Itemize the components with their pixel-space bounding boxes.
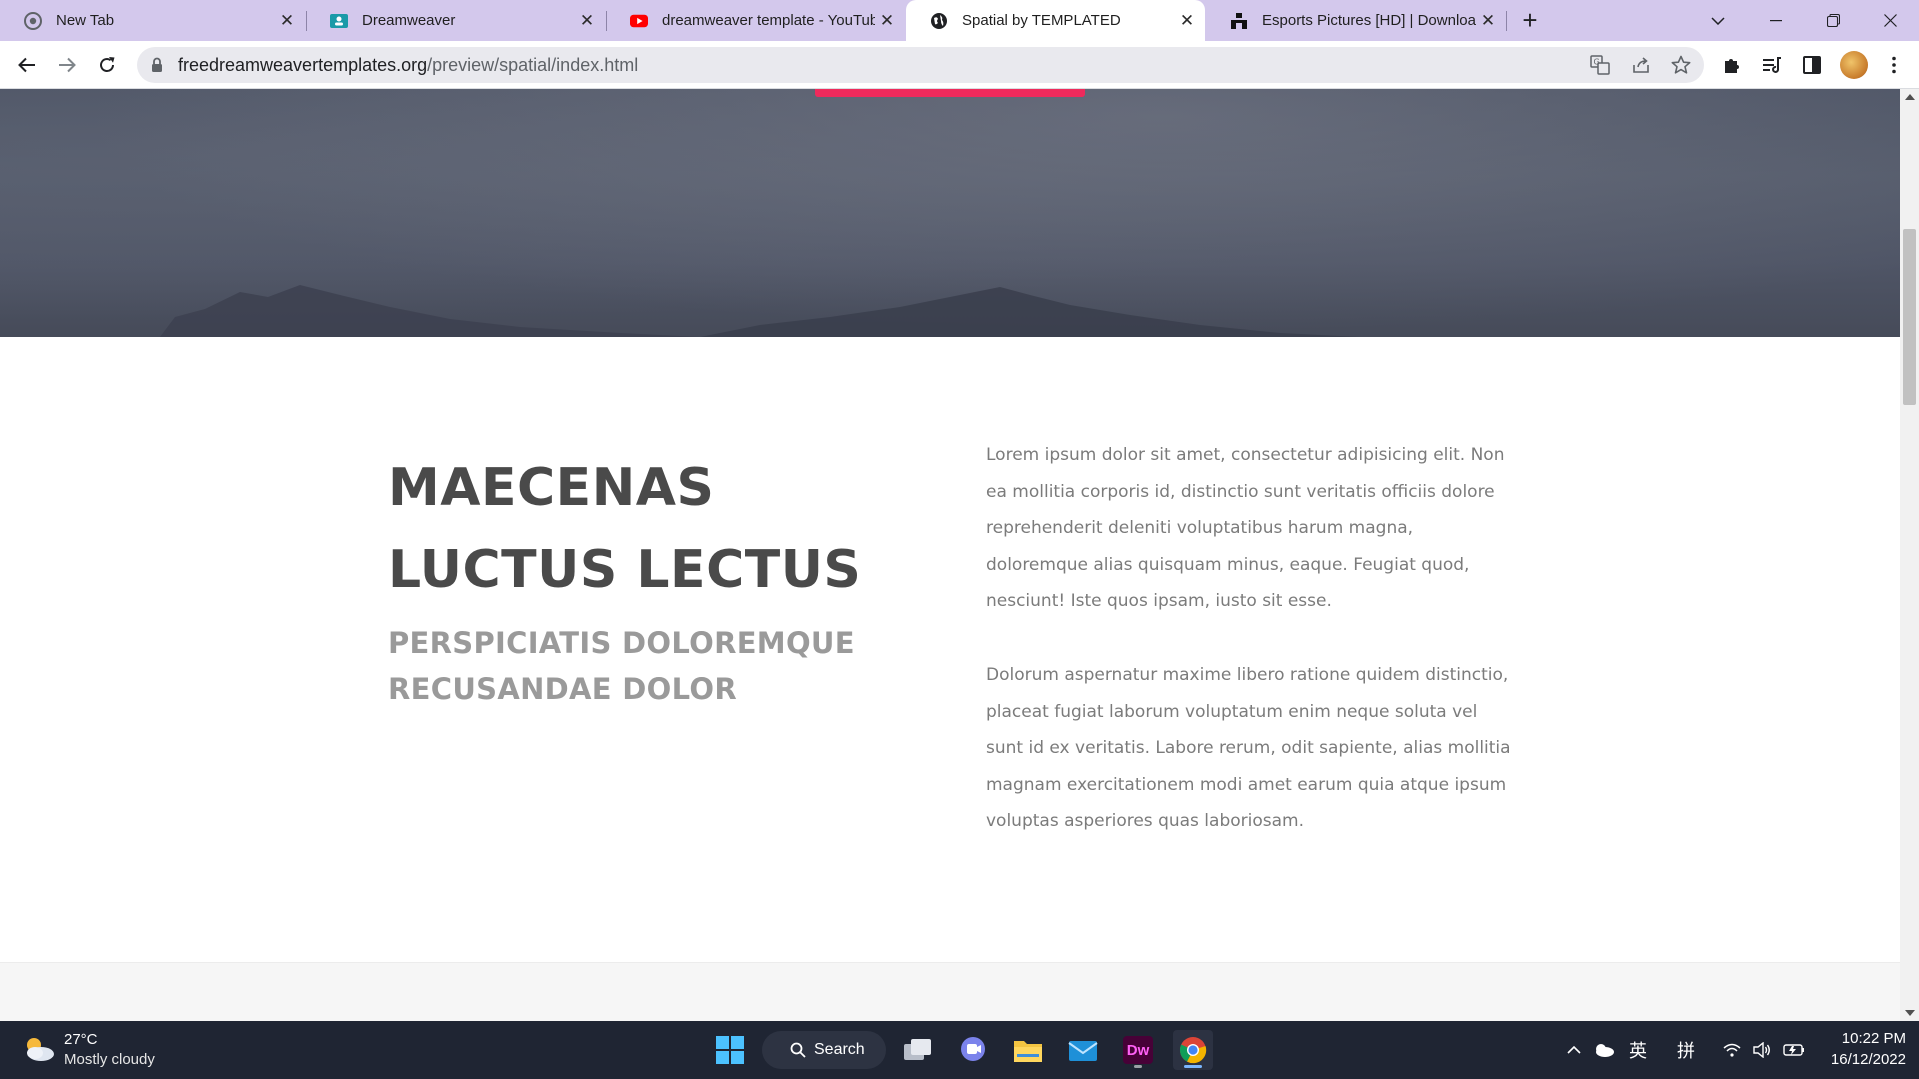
bookmark-star-icon[interactable] (1671, 55, 1691, 75)
side-panel-icon[interactable] (1800, 53, 1824, 77)
weather-temperature[interactable]: 27°C (64, 1031, 98, 1048)
chrome-app-icon[interactable] (1173, 1030, 1213, 1070)
hero-mountain-silhouette (160, 285, 1360, 337)
tab-title: Dreamweaver (362, 12, 456, 29)
close-window-icon[interactable] (1862, 0, 1918, 41)
classroom-icon (330, 12, 348, 30)
mail-icon[interactable] (1063, 1030, 1103, 1070)
teams-chat-icon[interactable] (953, 1030, 993, 1070)
ime-mode-indicator[interactable]: 拼 (1674, 1038, 1698, 1062)
clock-date[interactable]: 16/12/2022 (1816, 1051, 1906, 1068)
new-tab-button[interactable]: + (1516, 7, 1544, 35)
back-arrow-icon[interactable] (11, 49, 43, 81)
content-section: MAECENAS LUCTUS LECTUS PERSPICIATIS DOLO… (0, 337, 1900, 962)
url-host: freedreamweavertemplates.org (178, 55, 428, 75)
restore-icon[interactable] (1805, 0, 1861, 41)
windows-taskbar: 27°C Mostly cloudy Search Dw 英 拼 10:22 P… (0, 1021, 1919, 1079)
browser-toolbar: freedreamweavertemplates.org/preview/spa… (0, 41, 1919, 89)
svg-text:G: G (1594, 58, 1600, 67)
search-icon (790, 1042, 806, 1058)
onedrive-cloud-icon[interactable] (1592, 1038, 1616, 1062)
dreamweaver-logo: Dw (1123, 1036, 1153, 1064)
globe-icon (930, 12, 948, 30)
next-section (0, 962, 1900, 1021)
running-indicator (1134, 1065, 1142, 1068)
tray-overflow-chevron-icon[interactable] (1562, 1038, 1586, 1062)
battery-charging-icon[interactable] (1782, 1038, 1806, 1062)
tab-close-icon[interactable]: ✕ (875, 9, 899, 33)
address-bar[interactable]: freedreamweavertemplates.org/preview/spa… (137, 47, 1704, 83)
weather-description[interactable]: Mostly cloudy (64, 1051, 155, 1068)
page-viewport: MAECENAS LUCTUS LECTUS PERSPICIATIS DOLO… (0, 89, 1900, 1021)
section-heading: MAECENAS LUCTUS LECTUS (388, 458, 862, 600)
page-scrollbar[interactable] (1900, 89, 1919, 1021)
tab-dreamweaver[interactable]: Dreamweaver ✕ (306, 0, 605, 41)
body-paragraph-2: Dolorum aspernatur maxime libero ratione… (986, 665, 1511, 832)
hero-banner-image (0, 89, 1900, 337)
tab-title: Esports Pictures [HD] | Download (1262, 12, 1476, 29)
unsplash-icon (1230, 12, 1248, 30)
ime-language-indicator[interactable]: 英 (1626, 1038, 1650, 1062)
tab-title: dreamweaver template - YouTube (662, 12, 875, 29)
dreamweaver-app-icon[interactable]: Dw (1118, 1030, 1158, 1070)
url-path: /preview/spatial/index.html (427, 55, 639, 75)
chrome-icon (24, 11, 42, 30)
share-icon[interactable] (1631, 55, 1651, 75)
more-menu-icon[interactable] (1882, 53, 1906, 77)
search-label: Search (814, 1041, 865, 1058)
reload-icon[interactable] (91, 49, 123, 81)
hero-cta-button-edge[interactable] (815, 89, 1085, 97)
tab-youtube[interactable]: dreamweaver template - YouTube ✕ (606, 0, 905, 41)
tab-close-icon[interactable]: ✕ (275, 9, 299, 33)
tab-title: Spatial by TEMPLATED (962, 12, 1121, 29)
scroll-down-arrow-icon[interactable] (1905, 1010, 1915, 1016)
file-explorer-icon[interactable] (1008, 1030, 1048, 1070)
tab-strip: New Tab ✕ Dreamweaver ✕ dreamweaver temp… (0, 0, 1919, 41)
forward-arrow-icon[interactable] (51, 49, 83, 81)
task-view-icon[interactable] (898, 1030, 938, 1070)
weather-cloudy-icon[interactable] (22, 1034, 56, 1064)
volume-icon[interactable] (1750, 1038, 1774, 1062)
translate-icon[interactable]: G (1590, 55, 1610, 75)
profile-avatar[interactable] (1840, 51, 1868, 79)
tab-close-icon[interactable]: ✕ (575, 9, 599, 33)
tab-new-tab[interactable]: New Tab ✕ (0, 0, 305, 41)
media-control-icon[interactable] (1760, 53, 1784, 77)
body-paragraph-1: Lorem ipsum dolor sit amet, consectetur … (986, 445, 1505, 612)
tab-title: New Tab (56, 12, 115, 29)
tab-search-chevron-icon[interactable] (1690, 0, 1746, 41)
scroll-up-arrow-icon[interactable] (1905, 94, 1915, 100)
tab-spatial[interactable]: Spatial by TEMPLATED ✕ (906, 0, 1205, 41)
tab-separator (1506, 11, 1507, 31)
url-text[interactable]: freedreamweavertemplates.org/preview/spa… (178, 47, 638, 83)
taskbar-search-button[interactable]: Search (762, 1031, 886, 1069)
wifi-icon[interactable] (1720, 1038, 1744, 1062)
active-indicator (1184, 1065, 1202, 1068)
youtube-icon (630, 12, 648, 30)
minimize-icon[interactable] (1748, 0, 1804, 41)
lock-icon[interactable] (151, 57, 163, 78)
extensions-puzzle-icon[interactable] (1720, 53, 1744, 77)
tab-esports[interactable]: Esports Pictures [HD] | Download ✕ (1206, 0, 1506, 41)
windows-start-icon[interactable] (710, 1030, 750, 1070)
tab-close-icon[interactable]: ✕ (1175, 9, 1199, 33)
clock-time[interactable]: 10:22 PM (1836, 1030, 1906, 1047)
section-subheading: PERSPICIATIS DOLOREMQUE RECUSANDAE DOLOR (388, 626, 855, 706)
tab-close-icon[interactable]: ✕ (1476, 9, 1500, 33)
scrollbar-thumb[interactable] (1903, 229, 1916, 405)
